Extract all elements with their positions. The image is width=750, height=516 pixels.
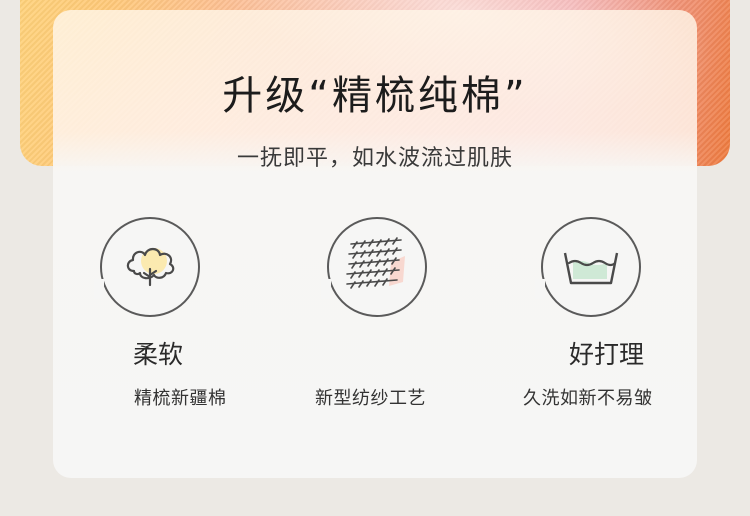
feature-desc-easy-care: 久洗如新不易皱	[523, 388, 653, 409]
wash-basin-icon	[563, 252, 619, 285]
feature-desc-softness: 精梳新疆棉	[134, 388, 227, 409]
fabric-weave-icon	[346, 237, 405, 289]
feature-card: 升级“精梳纯棉” 一抚即平，如水波流过肌肤 柔软 精梳新疆棉 新型纺纱工艺 好打…	[53, 10, 697, 478]
feature-label-easy-care: 好打理	[569, 340, 645, 369]
page-title: 升级“精梳纯棉”	[222, 73, 528, 119]
page-subtitle: 一抚即平，如水波流过肌肤	[236, 146, 513, 171]
feature-desc-craft: 新型纺纱工艺	[315, 388, 426, 409]
cotton-icon	[126, 247, 175, 287]
feature-label-softness: 柔软	[133, 340, 184, 369]
